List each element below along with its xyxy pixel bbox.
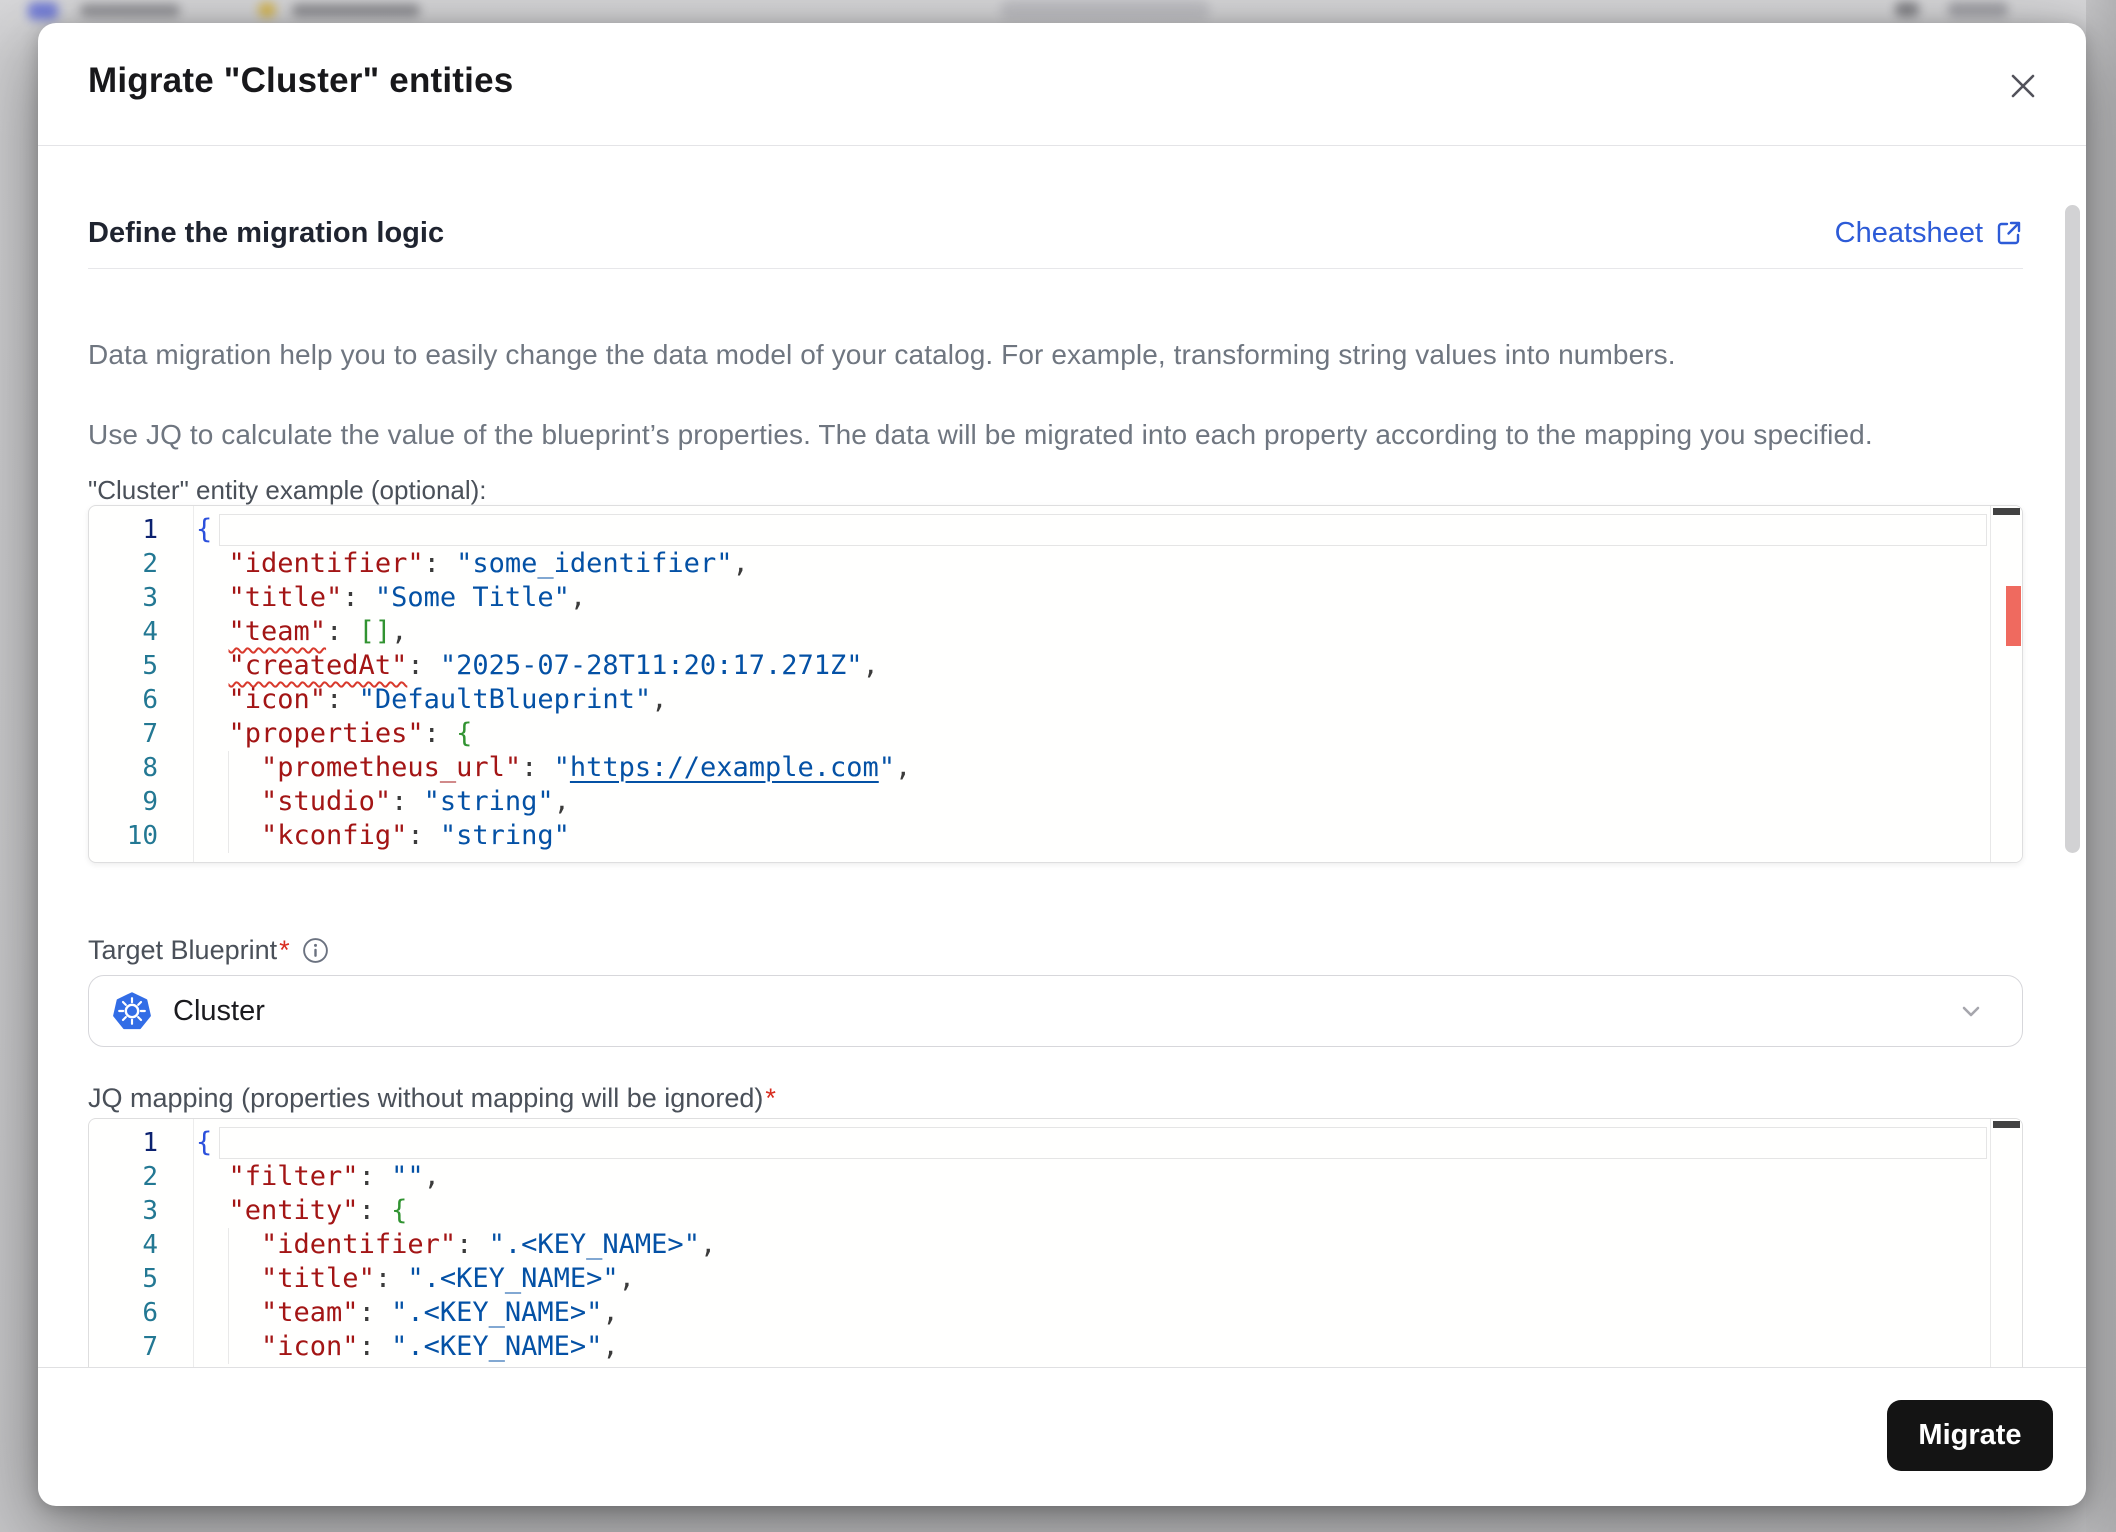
target-blueprint-label: Target Blueprint* (88, 935, 329, 966)
error-overview-marker (2006, 586, 2021, 646)
code-text: { (196, 1127, 213, 1158)
code-text: "icon": ".<KEY_NAME>", (261, 1331, 619, 1362)
code-text: "entity": { (228, 1195, 408, 1226)
target-blueprint-value: Cluster (173, 994, 265, 1027)
close-icon (2003, 66, 2043, 106)
required-asterisk: * (765, 1083, 776, 1113)
background-text-blob (292, 4, 420, 17)
line-number: 5 (142, 1264, 158, 1294)
section-divider (88, 268, 2023, 269)
line-number: 1 (142, 515, 158, 545)
code-text: "identifier": ".<KEY_NAME>", (261, 1229, 717, 1260)
line-number: 8 (142, 753, 158, 783)
section-heading-row: Define the migration logic Cheatsheet (88, 205, 2023, 261)
modal-title: Migrate "Cluster" entities (88, 61, 514, 100)
current-line-highlight (219, 514, 1987, 546)
migrate-button[interactable]: Migrate (1887, 1400, 2053, 1471)
code-line: 6 "team": ".<KEY_NAME>", (89, 1296, 1991, 1330)
close-button[interactable] (2000, 63, 2046, 109)
code-line: 4 "identifier": ".<KEY_NAME>", (89, 1228, 1991, 1262)
code-text: "identifier": "some_identifier", (228, 548, 749, 579)
backdrop-right-edge (2086, 0, 2116, 1532)
modal-footer: Migrate (38, 1367, 2086, 1506)
editor-scrollbar-thumb[interactable] (1993, 508, 2020, 515)
target-blueprint-select[interactable]: Cluster (88, 975, 2023, 1047)
code-text: { (196, 514, 213, 545)
line-number: 2 (142, 549, 158, 579)
code-text: "prometheus_url": "https://example.com", (261, 752, 912, 783)
background-search-box (1000, 0, 1210, 20)
line-number: 2 (142, 1162, 158, 1192)
code-line: 5 "createdAt": "2025-07-28T11:20:17.271Z… (89, 649, 1991, 683)
code-line: 9 "studio": "string", (89, 785, 1991, 819)
required-asterisk: * (279, 935, 290, 965)
jq-mapping-code-editor[interactable]: 1{2 "filter": "", 3 "entity": {4 "identif… (88, 1118, 2023, 1367)
code-line: 3 "title": "Some Title", (89, 581, 1991, 615)
code-line: 4 "team": [], (89, 615, 1991, 649)
code-line: 2 "identifier": "some_identifier", (89, 547, 1991, 581)
code-line: 2 "filter": "", (89, 1160, 1991, 1194)
header-divider (38, 145, 2086, 146)
code-line: 1{ (89, 1126, 1991, 1160)
code-line: 7 "properties": { (89, 717, 1991, 751)
line-number: 10 (126, 821, 158, 851)
code-text: "filter": "", (228, 1161, 440, 1192)
modal-scrollbar-thumb[interactable] (2065, 205, 2080, 853)
code-text: "team": ".<KEY_NAME>", (261, 1297, 619, 1328)
migrate-modal: Migrate "Cluster" entities Define the mi… (38, 23, 2086, 1506)
line-number: 5 (142, 651, 158, 681)
line-number: 4 (142, 617, 158, 647)
jq-mapping-label: JQ mapping (properties without mapping w… (88, 1083, 776, 1113)
description-paragraph-2: Use JQ to calculate the value of the blu… (88, 419, 1873, 450)
code-line: 10 "kconfig": "string" (89, 819, 1991, 853)
editor-scrollbar[interactable] (1990, 506, 2022, 862)
code-text: "title": "Some Title", (228, 582, 587, 613)
code-lines: 1{2 "filter": "", 3 "entity": {4 "identif… (89, 1119, 1991, 1367)
code-text: "createdAt": "2025-07-28T11:20:17.271Z", (228, 650, 879, 681)
line-number: 6 (142, 1298, 158, 1328)
code-text: "properties": { (228, 718, 473, 749)
code-lines: 1{2 "identifier": "some_identifier", 3 "t… (89, 506, 1991, 862)
kubernetes-icon (113, 992, 151, 1030)
line-number: 1 (142, 1128, 158, 1158)
entity-example-code-editor[interactable]: 1{2 "identifier": "some_identifier", 3 "t… (88, 505, 2023, 863)
background-text-blob (1895, 2, 1919, 17)
code-line: 3 "entity": { (89, 1194, 1991, 1228)
background-text-blob (1948, 2, 2008, 17)
code-text: "title": ".<KEY_NAME>", (261, 1263, 635, 1294)
line-number: 6 (142, 685, 158, 715)
code-line: 6 "icon": "DefaultBlueprint", (89, 683, 1991, 717)
screen: Migrate "Cluster" entities Define the mi… (0, 0, 2116, 1532)
editor-scrollbar-thumb[interactable] (1993, 1121, 2020, 1128)
line-number: 9 (142, 787, 158, 817)
entity-example-label: "Cluster" entity example (optional): (88, 475, 487, 505)
code-text: "kconfig": "string" (261, 820, 570, 851)
code-text: "studio": "string", (261, 786, 570, 817)
cheatsheet-link[interactable]: Cheatsheet (1835, 217, 2023, 250)
code-text: "icon": "DefaultBlueprint", (228, 684, 668, 715)
line-number: 7 (142, 719, 158, 749)
code-line: 1{ (89, 513, 1991, 547)
info-icon[interactable] (302, 937, 329, 964)
description-paragraph-1: Data migration help you to easily change… (88, 339, 1676, 370)
external-link-icon (1995, 219, 2023, 247)
background-app-icon (28, 2, 58, 20)
modal-header: Migrate "Cluster" entities (38, 23, 2086, 145)
current-line-highlight (219, 1127, 1987, 1159)
line-number: 3 (142, 583, 158, 613)
cheatsheet-label: Cheatsheet (1834, 216, 1983, 249)
line-number: 4 (142, 1230, 158, 1260)
code-line: 8 "prometheus_url": "https://example.com… (89, 751, 1991, 785)
code-line: 5 "title": ".<KEY_NAME>", (89, 1262, 1991, 1296)
code-line: 7 "icon": ".<KEY_NAME>", (89, 1330, 1991, 1364)
editor-scrollbar[interactable] (1990, 1119, 2022, 1367)
background-text-blob (80, 4, 180, 17)
section-title: Define the migration logic (88, 216, 445, 249)
line-number: 7 (142, 1332, 158, 1362)
background-yellow-icon (258, 2, 276, 18)
line-number: 3 (142, 1196, 158, 1226)
chevron-down-icon (1956, 996, 1986, 1026)
code-text: "team": [], (228, 616, 408, 647)
